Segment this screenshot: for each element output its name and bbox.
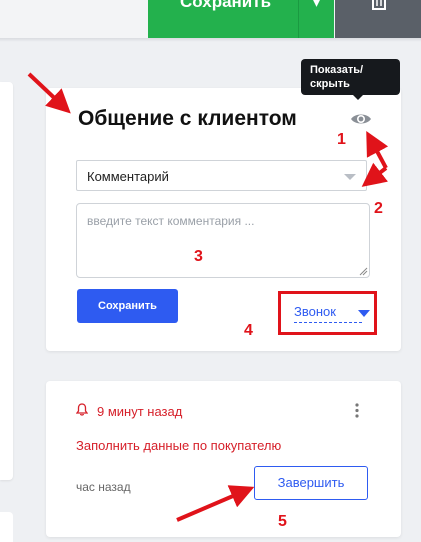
annotation-badge-1: 1: [337, 131, 346, 148]
chevron-down-icon: [344, 174, 356, 180]
complete-task-button[interactable]: Завершить: [254, 466, 368, 500]
annotation-badge-2: 2: [374, 200, 383, 217]
comment-text-input[interactable]: [76, 203, 370, 278]
trash-icon: [372, 0, 386, 10]
more-options-icon[interactable]: [355, 403, 359, 418]
task-card: 9 минут назад Заполнить данные по покупа…: [46, 381, 401, 537]
annotation-badge-4: 4: [244, 322, 253, 339]
toolbar-shadow: [0, 38, 421, 42]
comment-type-value: Комментарий: [87, 169, 169, 184]
contact-type-value: Звонок: [294, 304, 362, 323]
left-panel-lower: [0, 512, 13, 542]
annotation-badge-5: 5: [278, 513, 287, 530]
caret-down-icon: [358, 310, 370, 317]
save-deal-button[interactable]: Сохранить: [148, 0, 298, 38]
task-created-time: час назад: [76, 480, 131, 494]
task-description: Заполнить данные по покупателю: [76, 438, 282, 453]
card-title: Общение с клиентом: [78, 107, 297, 130]
client-communication-card: Общение с клиентом Комментарий Сохранить…: [46, 88, 401, 351]
resize-handle-icon[interactable]: [359, 267, 368, 276]
left-panel: [0, 82, 13, 480]
delete-button[interactable]: [335, 0, 421, 38]
bell-icon: [76, 403, 88, 416]
annotation-badge-3: 3: [194, 248, 203, 265]
task-due-time: 9 минут назад: [97, 404, 183, 419]
visibility-tooltip: Показать/ скрыть: [301, 59, 400, 100]
contact-type-dropdown[interactable]: Звонок: [278, 291, 377, 335]
comment-type-select[interactable]: Комментарий: [76, 160, 367, 191]
save-comment-button[interactable]: Сохранить: [77, 289, 178, 323]
eye-icon[interactable]: [350, 112, 372, 126]
save-options-dropdown-button[interactable]: ▾: [298, 0, 334, 38]
